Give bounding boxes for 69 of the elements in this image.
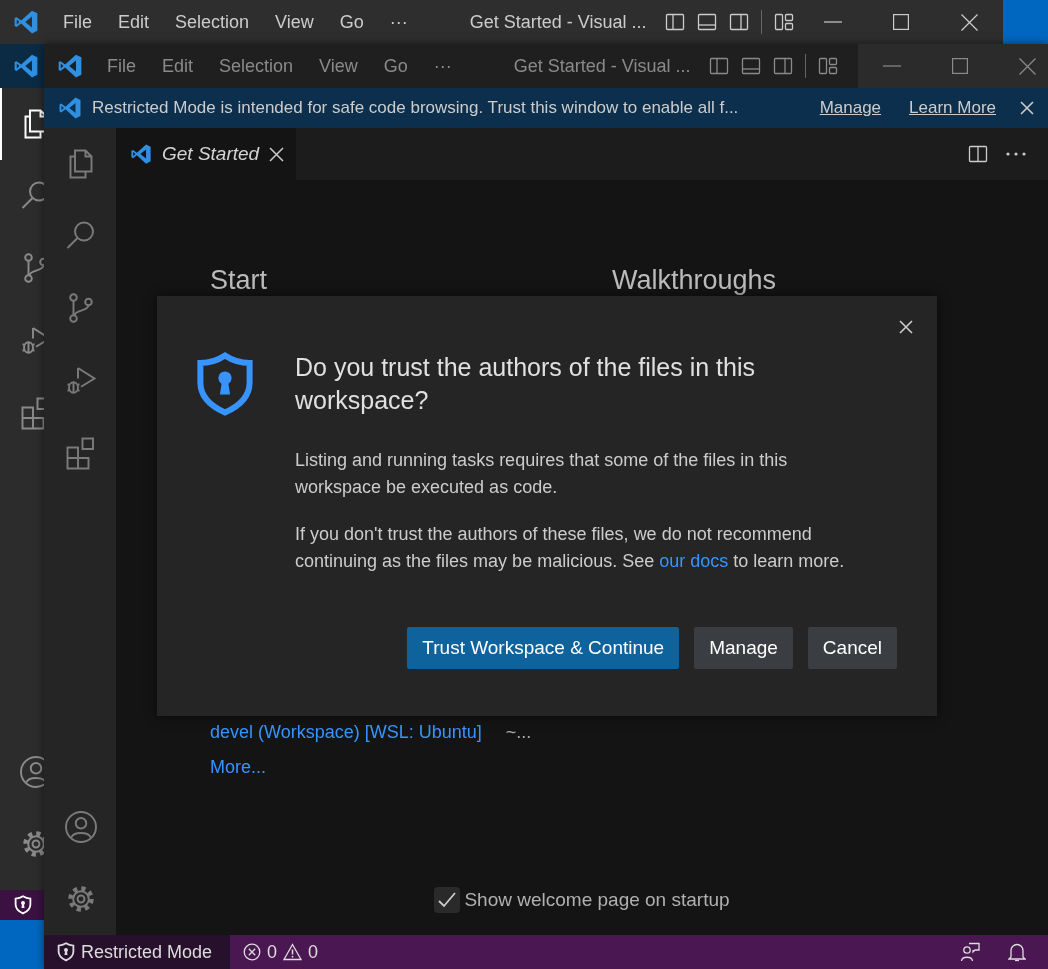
menu-item[interactable]: Go [329,11,374,33]
vscode-logo-icon [13,9,39,35]
toggle-sidebar-icon[interactable] [708,56,729,76]
section-heading: Start [210,265,269,296]
toggle-panel-icon[interactable] [740,56,761,76]
window-title: Get Started - Visual ... [513,55,691,77]
close-icon[interactable] [960,13,978,31]
close-icon[interactable] [899,320,913,334]
problems-status[interactable]: 0 0 [230,935,332,969]
toggle-secondary-sidebar-icon[interactable] [728,12,749,32]
menu-item[interactable]: Go [373,55,418,77]
toggle-secondary-sidebar-icon[interactable] [772,56,793,76]
menu-item[interactable]: Selection [165,11,260,33]
customize-layout-icon[interactable] [773,12,794,32]
minimize-icon[interactable] [882,65,901,67]
primary-button[interactable]: Trust Workspace & Continue [407,627,680,669]
feedback-icon[interactable] [960,942,980,962]
docs-link[interactable]: our docs [659,551,729,571]
recent-workspace-link[interactable]: devel (Workspace) [WSL: Ubuntu] [210,722,482,743]
vscode-logo-icon [57,53,83,79]
maximize-icon[interactable] [893,14,909,30]
restricted-mode-status[interactable]: Restricted Mode [44,935,230,969]
menu-item[interactable]: Edit [152,55,204,77]
menu-item[interactable]: Edit [108,11,160,33]
workspace-path: ~... [505,722,532,743]
account-icon[interactable] [63,809,99,845]
toggle-sidebar-icon[interactable] [664,12,685,32]
restricted-mode-message: Restricted Mode is intended for safe code browsing. Trust this window to enable all f... [92,98,740,118]
checkbox-label: Show welcome page on startup [464,889,730,911]
section-heading: Walkthroughs [612,265,777,296]
customize-layout-icon[interactable] [817,56,838,76]
close-icon[interactable] [269,146,285,162]
menu-item[interactable]: View [265,11,324,33]
status-text: Restricted Mode [81,941,213,963]
warning-count: 0 [308,941,319,963]
notifications-icon[interactable] [1008,942,1026,962]
tab-label: Get Started [162,143,260,165]
menu-item[interactable]: File [53,11,102,33]
shield-icon [14,895,32,915]
account-icon[interactable] [18,754,44,790]
vscode-logo-icon [13,53,39,79]
banner-link[interactable]: Learn More [909,98,996,118]
editor-tab[interactable]: Get Started [116,128,297,180]
banner-link[interactable]: Manage [819,98,882,118]
dialog-button[interactable]: Manage [694,627,793,669]
split-editor-icon[interactable] [968,144,988,164]
vscode-logo-icon [130,143,152,165]
dialog-title: Do you trust the authors of the files in this workspace? [295,352,756,416]
error-icon [243,943,261,961]
menu-item[interactable]: ··· [423,55,462,77]
vscode-logo-icon [58,96,82,120]
dialog-message: Listing and running tasks requires that some of the files in this workspace be executed as code. [295,449,789,499]
more-link[interactable]: More... [210,757,1048,778]
checkbox[interactable] [434,887,461,913]
window-title: Get Started - Visual ... [469,11,647,33]
close-icon[interactable] [1020,101,1034,115]
shield-icon [57,942,75,962]
maximize-icon[interactable] [951,58,968,74]
toggle-panel-icon[interactable] [696,12,717,32]
menu-item[interactable]: ··· [379,11,418,33]
menu-item[interactable]: File [97,55,146,77]
shield-lock-icon [195,351,255,417]
menu-item[interactable]: View [309,55,368,77]
dialog-button[interactable]: Cancel [807,627,897,669]
more-actions-icon[interactable] [1006,152,1026,156]
dialog-message: If you don't trust the authors of these files, we do not recommend continuing as the files may be malicious. See our docs to learn more. [295,523,846,573]
error-count: 0 [267,941,277,963]
warning-icon [283,943,302,961]
menu-item[interactable]: Selection [209,55,304,77]
